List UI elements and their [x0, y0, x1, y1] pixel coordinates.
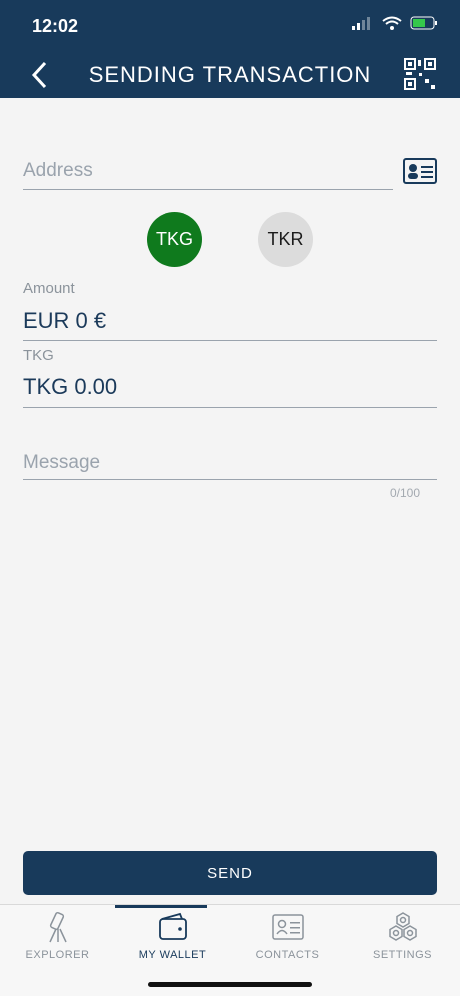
tab-explorer-label: EXPLORER: [25, 949, 90, 961]
amount-token-input[interactable]: TKG 0.00: [23, 374, 117, 400]
header-bar: 12:02 SENDING TRANSACTION: [0, 0, 460, 98]
tab-explorer[interactable]: EXPLORER: [0, 905, 115, 975]
message-input[interactable]: Message: [23, 440, 437, 480]
amount-label: Amount: [23, 280, 75, 297]
wallet-icon: [158, 912, 187, 940]
address-placeholder: Address: [23, 160, 93, 181]
signal-icon: [352, 17, 370, 30]
tab-contacts[interactable]: CONTACTS: [230, 905, 345, 975]
message-placeholder: Message: [23, 452, 101, 473]
message-counter: 0/100: [389, 486, 420, 500]
contact-card-icon: [271, 914, 304, 940]
send-button[interactable]: SEND: [23, 851, 437, 895]
contact-card-icon[interactable]: [403, 158, 437, 184]
tab-my-wallet[interactable]: MY WALLET: [115, 905, 230, 975]
token-label: TKG: [23, 347, 54, 364]
home-indicator: [148, 982, 312, 987]
tab-settings[interactable]: SETTINGS: [345, 905, 460, 975]
wifi-icon: [382, 16, 402, 30]
telescope-icon: [48, 911, 67, 943]
tab-contacts-label: CONTACTS: [255, 949, 320, 961]
amount-underline: [23, 340, 437, 341]
page-title: SENDING TRANSACTION: [88, 62, 372, 87]
status-time: 12:02: [32, 16, 79, 36]
token-tkg-button[interactable]: TKG: [147, 212, 202, 267]
tab-my-wallet-label: MY WALLET: [138, 949, 207, 961]
tab-settings-label: SETTINGS: [372, 949, 432, 961]
amount-fiat-input[interactable]: EUR 0 €: [23, 308, 106, 334]
gears-icon: [388, 912, 417, 941]
token-tkr-button[interactable]: TKR: [258, 212, 313, 267]
address-input[interactable]: Address: [23, 150, 393, 190]
battery-icon: [410, 16, 437, 30]
token-underline: [23, 407, 437, 408]
qr-scan-icon[interactable]: [404, 58, 436, 90]
status-icons: [352, 16, 438, 30]
